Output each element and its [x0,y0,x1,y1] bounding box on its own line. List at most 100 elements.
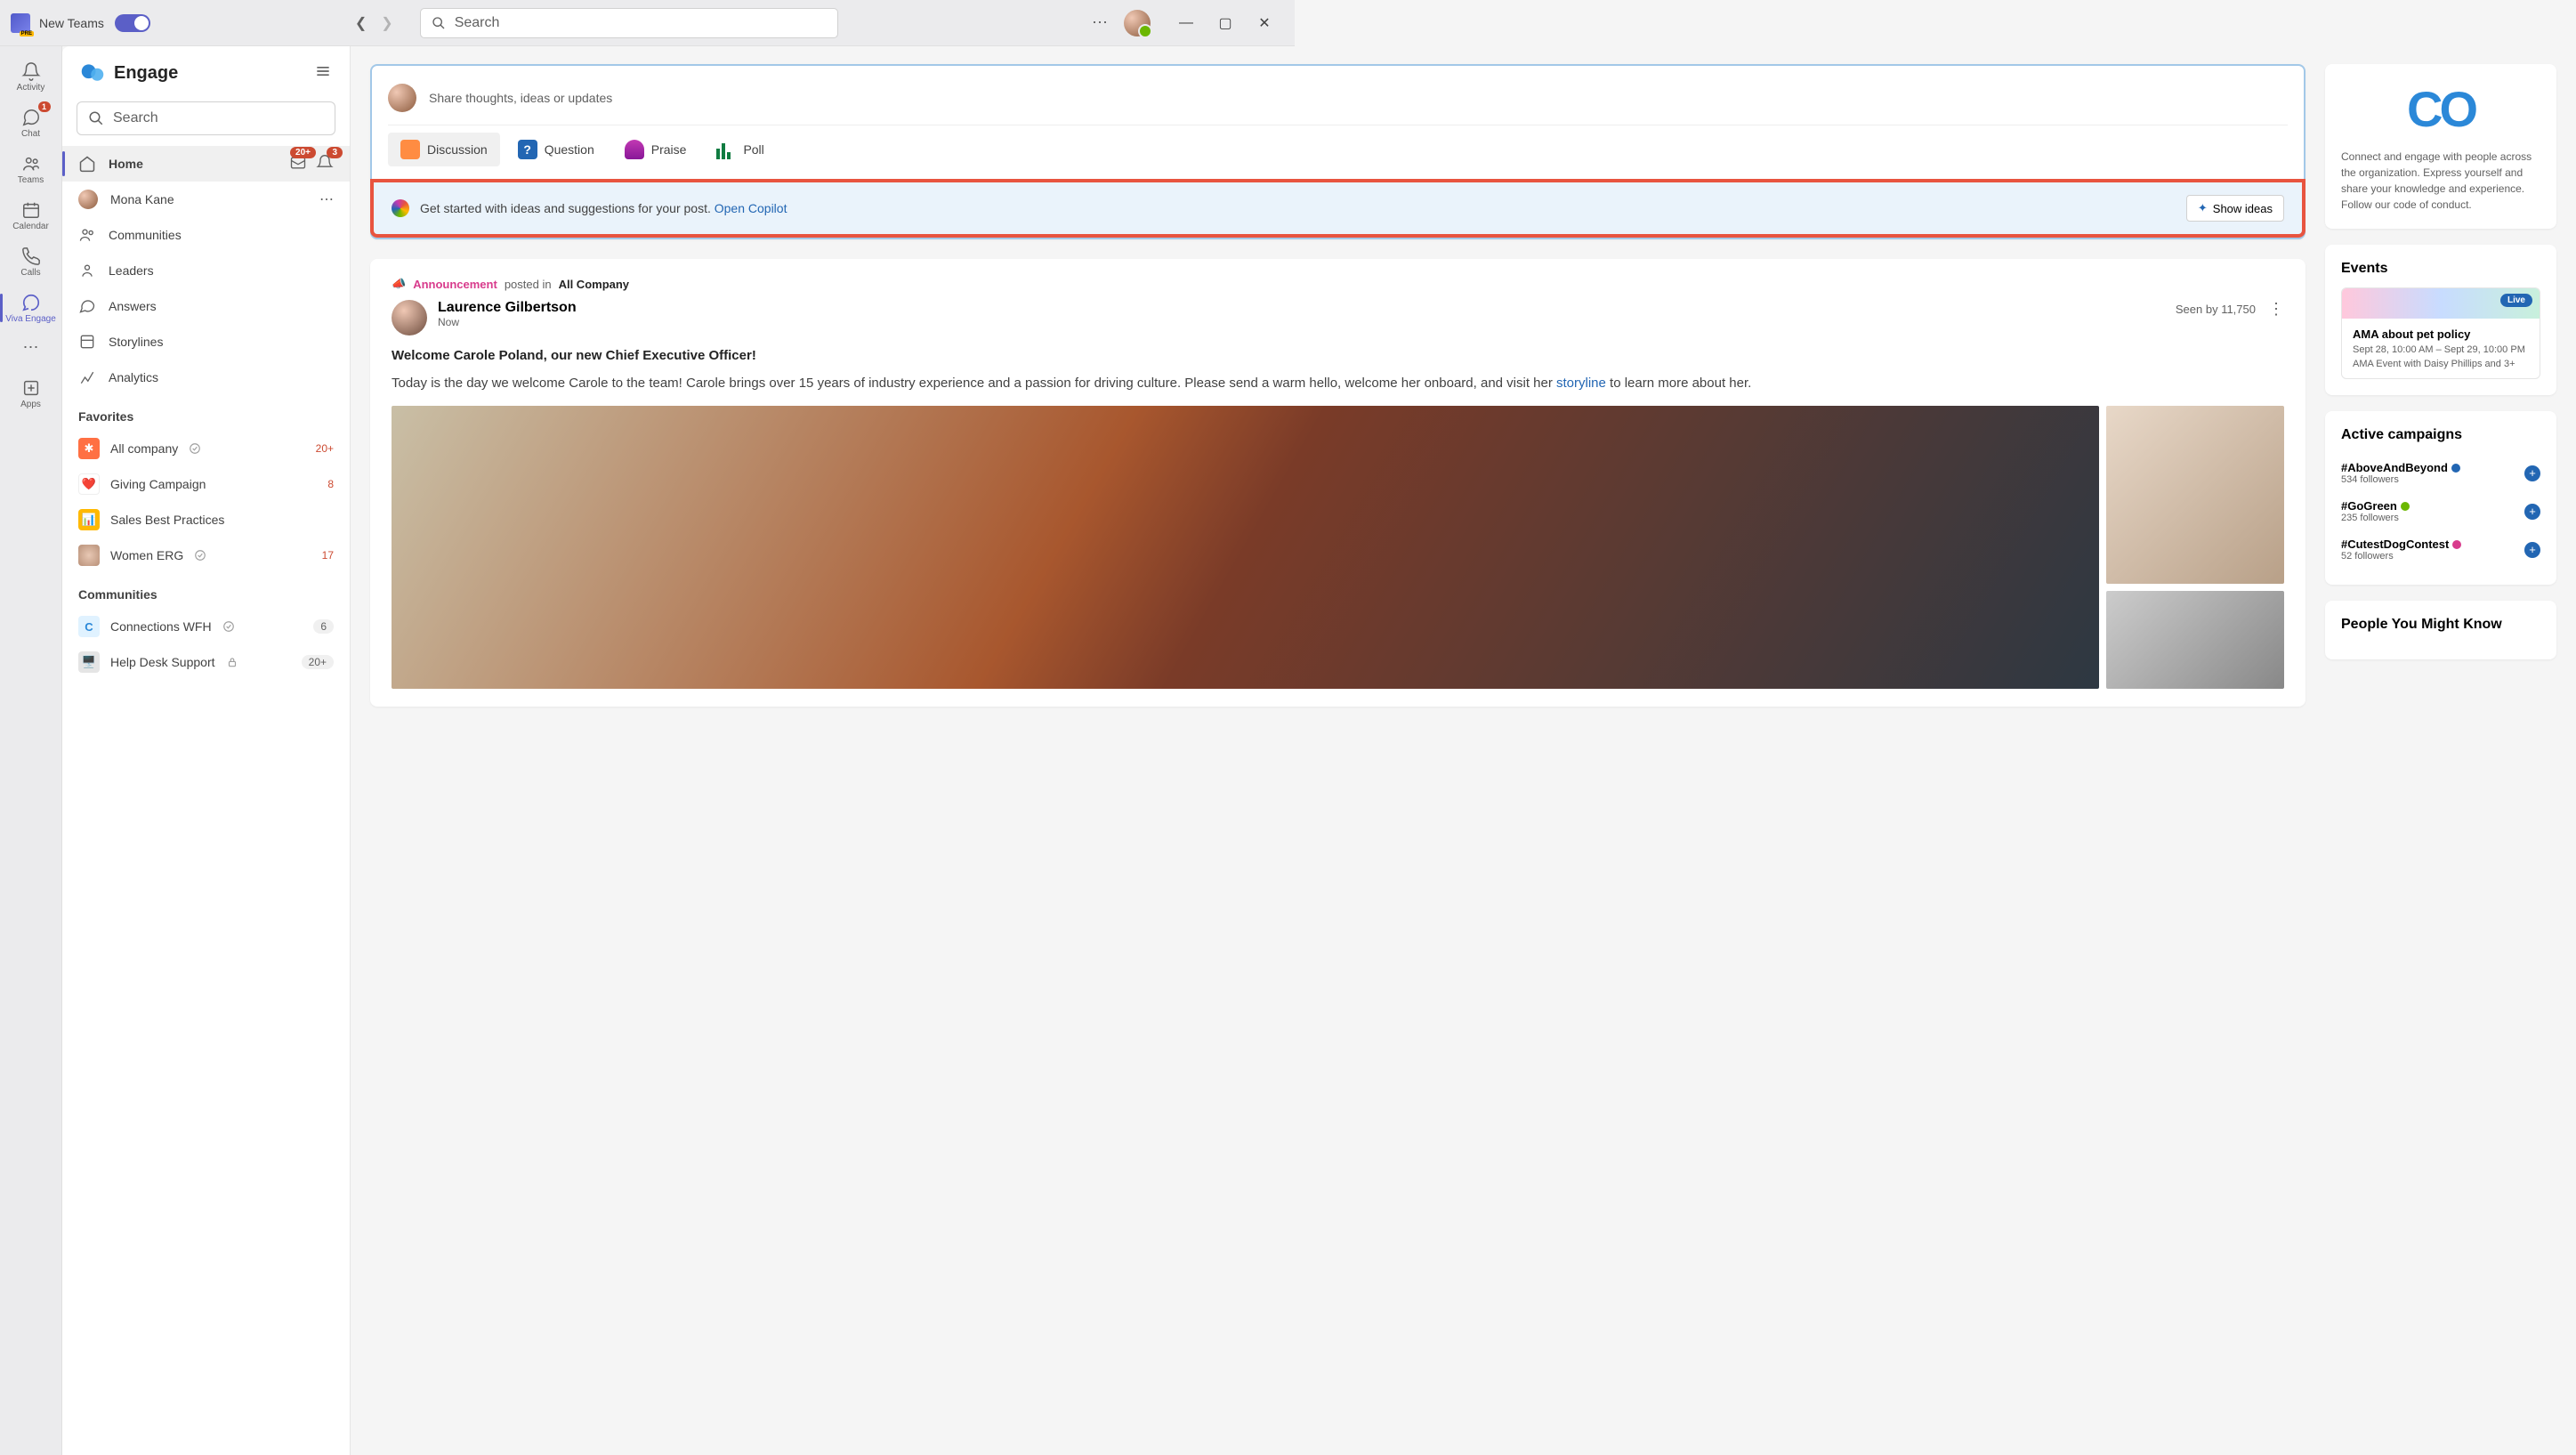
minimize-button[interactable]: — [1167,10,1206,36]
storyline-link[interactable]: storyline [1556,376,1606,391]
inbox-icon[interactable]: 20+ [289,154,307,174]
post-more-icon[interactable]: ⋮ [2268,300,2284,319]
campaign-item[interactable]: #AboveAndBeyond 534 followers + [2341,454,2540,492]
app-rail: Activity 1 Chat Teams Calendar Calls Viv… [0,46,62,1455]
engage-panel: Engage Search Home 20+ 3 Mona Kane ⋯ Com… [62,46,351,1455]
favorite-women-erg[interactable]: Women ERG 17 [62,538,350,573]
profile-avatar[interactable] [1124,10,1151,36]
community-connections-wfh[interactable]: C Connections WFH 6 [62,609,350,644]
search-placeholder: Search [455,15,500,31]
post-image[interactable] [2106,406,2284,584]
post-title: Welcome Carole Poland, our new Chief Exe… [392,348,2284,363]
favorites-heading: Favorites [62,395,350,431]
hamburger-icon[interactable] [314,62,332,85]
praise-icon [625,140,644,159]
announcement-label: Announcement [413,278,497,291]
favorite-all-company[interactable]: ✱ All company 20+ [62,431,350,466]
nav-home[interactable]: Home 20+ 3 [62,146,350,182]
post-image[interactable] [392,406,2099,689]
tab-question[interactable]: ? Question [505,133,607,166]
rail-calls[interactable]: Calls [4,238,58,285]
rail-calendar[interactable]: Calendar [4,192,58,238]
rail-teams[interactable]: Teams [4,146,58,192]
favorite-sales-best-practices[interactable]: 📊 Sales Best Practices [62,502,350,538]
rail-more[interactable]: ⋯ [4,331,58,363]
rail-viva-engage[interactable]: Viva Engage [4,285,58,331]
avatar-icon [78,190,98,209]
verified-icon [2401,502,2410,511]
verified-icon [189,442,201,455]
tab-poll[interactable]: Poll [704,133,776,166]
nav-analytics[interactable]: Analytics [62,360,350,395]
people-card: People You Might Know [2325,601,2556,659]
nav-answers[interactable]: Answers [62,288,350,324]
lock-icon [226,656,238,668]
follow-button[interactable]: + [2524,504,2540,520]
discussion-icon [400,140,420,159]
nav-communities[interactable]: Communities [62,217,350,253]
company-logo: CO [2341,80,2540,138]
chat-badge: 1 [38,101,51,112]
app-name: New Teams [39,16,104,30]
copilot-icon [392,199,409,217]
main-area: Share thoughts, ideas or updates Discuss… [351,46,2576,1455]
poll-icon [716,140,736,159]
copilot-banner: Get started with ideas and suggestions f… [370,179,2305,238]
notifications-icon[interactable]: 3 [316,154,334,174]
people-heading: People You Might Know [2341,617,2540,633]
community-help-desk[interactable]: 🖥️ Help Desk Support 20+ [62,644,350,680]
verified-icon [2451,464,2460,473]
post-image-grid[interactable] [392,406,2284,689]
open-copilot-link[interactable]: Open Copilot [715,201,787,215]
nav-leaders[interactable]: Leaders [62,253,350,288]
show-ideas-button[interactable]: ✦ Show ideas [2186,195,2284,222]
post-community-link[interactable]: All Company [559,278,629,291]
engage-title: Engage [114,63,178,84]
favorite-giving-campaign[interactable]: ❤️ Giving Campaign 8 [62,466,350,502]
follow-button[interactable]: + [2524,465,2540,481]
engage-logo-icon [80,61,105,85]
more-button[interactable]: ⋯ [1092,13,1108,32]
event-item[interactable]: Live AMA about pet policy Sept 28, 10:00… [2341,287,2540,379]
question-icon: ? [518,140,537,159]
campaign-item[interactable]: #GoGreen 235 followers + [2341,492,2540,530]
compose-input[interactable]: Share thoughts, ideas or updates [388,78,2288,125]
about-card: CO Connect and engage with people across… [2325,64,2556,229]
campaigns-card: Active campaigns #AboveAndBeyond 534 fol… [2325,411,2556,585]
global-search-input[interactable]: Search [420,8,838,38]
events-heading: Events [2341,261,2540,277]
post-card: 📣 Announcement posted in All Company Lau… [370,259,2305,707]
title-bar: New Teams ❮ ❯ Search ⋯ — ▢ ✕ [0,0,1295,46]
campaigns-heading: Active campaigns [2341,427,2540,443]
close-button[interactable]: ✕ [1245,10,1284,36]
avatar-icon [388,84,416,112]
new-teams-toggle[interactable] [115,14,150,32]
compose-card: Share thoughts, ideas or updates Discuss… [370,64,2305,239]
more-icon[interactable]: ⋯ [319,190,334,208]
tab-praise[interactable]: Praise [612,133,699,166]
rail-chat[interactable]: 1 Chat [4,100,58,146]
author-name[interactable]: Laurence Gilbertson [438,300,577,316]
verified-icon [194,549,206,562]
campaign-item[interactable]: #CutestDogContest 52 followers + [2341,530,2540,569]
teams-app-icon [11,13,30,33]
follow-button[interactable]: + [2524,542,2540,558]
verified-icon [2452,540,2461,549]
author-avatar[interactable] [392,300,427,335]
nav-storylines[interactable]: Storylines [62,324,350,360]
rail-activity[interactable]: Activity [4,53,58,100]
live-badge: Live [2500,294,2532,307]
seen-count: Seen by 11,750 [2176,303,2256,316]
events-card: Events Live AMA about pet policy Sept 28… [2325,245,2556,395]
rail-apps[interactable]: Apps [4,370,58,416]
verified-icon [222,620,235,633]
maximize-button[interactable]: ▢ [1206,10,1245,36]
post-image[interactable] [2106,591,2284,689]
back-button[interactable]: ❮ [355,14,367,32]
forward-button[interactable]: ❯ [381,14,392,32]
engage-search-input[interactable]: Search [77,101,335,135]
post-body: Today is the day we welcome Carole to th… [392,374,2284,393]
nav-user-mona[interactable]: Mona Kane ⋯ [62,182,350,217]
tab-discussion[interactable]: Discussion [388,133,500,166]
announcement-icon: 📣 [392,277,406,291]
